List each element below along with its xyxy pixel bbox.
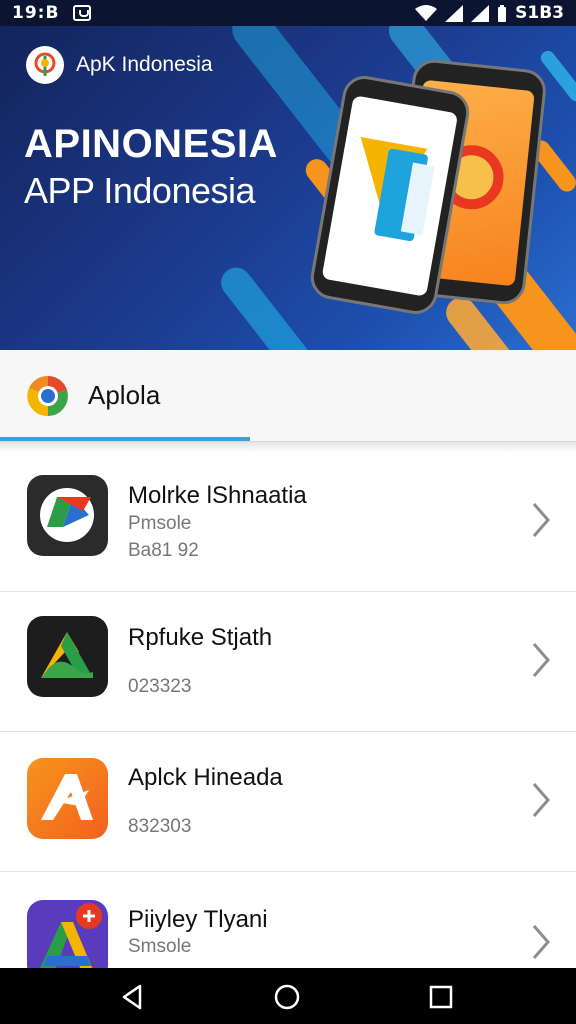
back-icon[interactable] [118,982,148,1012]
green-a-app-icon [27,616,108,697]
navigation-bar [0,968,576,1024]
brand-label: ApK Indonesia [76,53,213,76]
app-name: Piiyley Tlyani [128,906,268,933]
section-header[interactable]: Aplola [0,350,576,442]
active-tab-indicator [0,437,250,441]
drive-style-app-icon [27,475,108,556]
app-meta: Smsole [128,936,192,957]
banner-headline: APINONESIA [24,122,278,166]
section-title: Aplola [88,380,161,410]
hero-banner[interactable]: ApK Indonesia APINONESIA APP Indonesia [0,26,576,350]
wifi-icon [415,4,438,21]
multicolor-a-app-icon [27,900,108,968]
chrome-style-logo-icon [27,375,68,417]
app-meta: Pmsole [128,513,192,534]
app-meta: Ba81 92 [128,540,199,561]
list-item[interactable]: Piiyley Tlyani Smsole [0,872,576,968]
battery-icon [498,4,507,22]
status-time: 19:B [12,3,60,23]
notification-icon [73,5,92,21]
brand: ApK Indonesia [26,46,213,84]
app-name: Aplck Hineada [128,764,283,791]
signal-icon [471,4,490,22]
status-icons: S1B3 [415,3,564,23]
chevron-right-icon [532,643,550,677]
app-meta: 023323 [128,676,192,697]
decor-stripe [215,261,325,350]
chevron-right-icon [532,783,550,817]
divider-shadow [0,442,576,452]
app-name: Rpfuke Stjath [128,624,273,651]
status-bar: 19:B S1B3 [0,0,576,26]
chevron-right-icon [532,925,550,959]
app-name: Molrke lShnaatia [128,482,307,509]
signal-icon [445,4,464,22]
battery-text: S1B3 [515,3,564,23]
list-item[interactable]: Aplck Hineada 832303 [0,732,576,872]
list-item[interactable]: Rpfuke Stjath 023323 [0,592,576,732]
app-meta: 832303 [128,816,192,837]
banner-subline: APP Indonesia [24,170,256,211]
home-icon[interactable] [272,982,302,1012]
chevron-right-icon [532,503,550,537]
recents-icon[interactable] [426,982,456,1012]
brand-logo-icon [26,46,64,84]
orange-a-app-icon [27,758,108,839]
list-item[interactable]: Molrke lShnaatia Pmsole Ba81 92 [0,452,576,592]
